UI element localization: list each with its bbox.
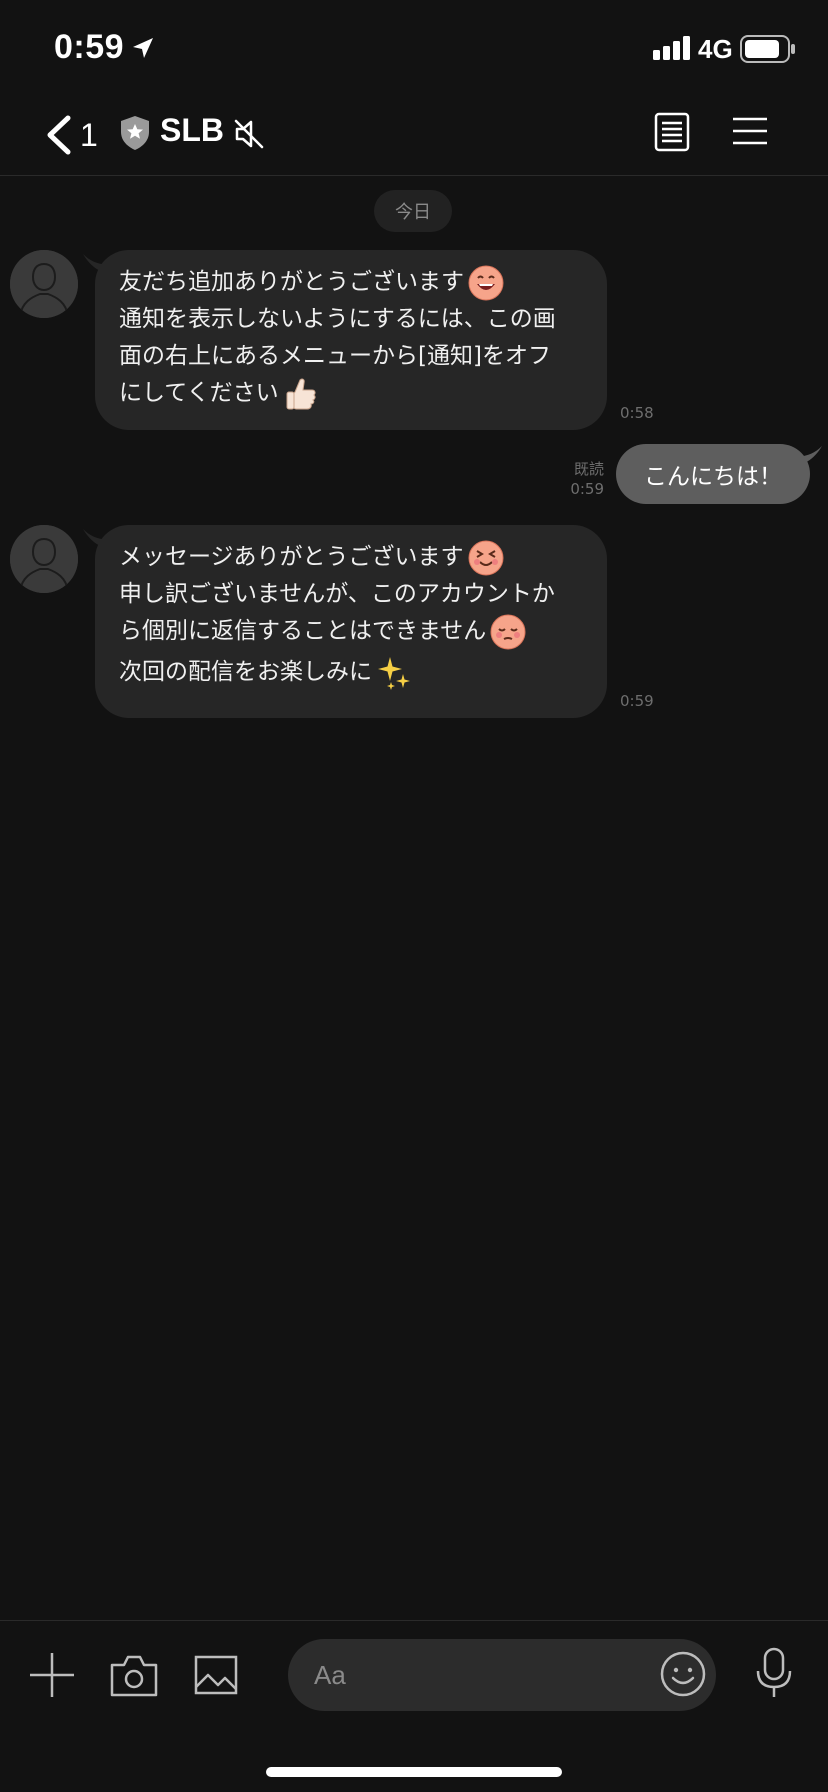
bubble-tail xyxy=(83,529,113,549)
image-icon[interactable] xyxy=(194,1655,238,1695)
shield-star-icon xyxy=(121,116,149,150)
message-text: 次回の配信をお楽しみに xyxy=(119,654,583,691)
message-text: 申し訳ございませんが、このアカウントか xyxy=(119,581,555,607)
plus-icon[interactable] xyxy=(30,1653,74,1697)
network-label: 4G xyxy=(698,34,733,64)
unread-count: 1 xyxy=(80,116,98,153)
smiley-icon[interactable] xyxy=(660,1651,706,1697)
message-time: 0:59 xyxy=(620,692,654,710)
bubble-tail xyxy=(83,254,113,274)
chat-title: SLB xyxy=(160,112,224,148)
message-time: 0:59 xyxy=(570,480,604,498)
message-text: ら個別に返信することはできません xyxy=(119,613,583,650)
incoming-message-bubble[interactable]: 友だち追加ありがとうございます 通知を表示しないようにするには、この画 面の右上… xyxy=(83,250,607,430)
signal-icon xyxy=(653,36,690,60)
grinning-face-emoji-icon xyxy=(468,265,504,300)
pensive-face-emoji-icon xyxy=(490,614,526,649)
message-text: こんにちは！ xyxy=(644,464,782,490)
avatar[interactable] xyxy=(10,250,78,318)
message-text: メッセージありがとうございます xyxy=(119,539,583,576)
location-arrow-icon xyxy=(133,38,153,58)
home-indicator xyxy=(266,1767,562,1777)
message-text: 面の右上にあるメニューから[通知]をオフ xyxy=(119,343,551,369)
message-text: 友だち追加ありがとうございます xyxy=(119,264,583,301)
status-bar: 0:59 4G xyxy=(0,0,828,96)
microphone-icon[interactable] xyxy=(754,1647,794,1699)
hamburger-menu-icon[interactable] xyxy=(732,116,768,146)
composer-bar xyxy=(0,1620,828,1792)
laughing-face-emoji-icon xyxy=(468,540,504,575)
message-time: 0:58 xyxy=(620,404,654,422)
back-button[interactable]: 1 xyxy=(44,110,104,160)
bubble-tail xyxy=(792,446,822,466)
notes-icon[interactable] xyxy=(654,112,690,152)
speaker-muted-icon xyxy=(234,119,264,149)
avatar[interactable] xyxy=(10,525,78,593)
read-receipt: 既読 xyxy=(573,460,604,478)
camera-icon[interactable] xyxy=(110,1653,158,1697)
outgoing-message-bubble[interactable]: こんにちは！ xyxy=(616,444,822,504)
message-text: 通知を表示しないようにするには、この画 xyxy=(119,306,556,332)
status-time: 0:59 xyxy=(54,28,125,66)
date-chip: 今日 xyxy=(374,190,452,232)
default-avatar-icon xyxy=(10,250,78,318)
battery-icon xyxy=(740,35,795,63)
sparkles-emoji-icon xyxy=(378,656,410,690)
thumbs-up-emoji-icon xyxy=(286,378,316,409)
chat-header: 1 SLB xyxy=(0,96,828,176)
message-text: にしてください xyxy=(119,375,583,412)
message-input[interactable] xyxy=(288,1639,716,1711)
default-avatar-icon xyxy=(10,525,78,593)
incoming-message-bubble[interactable]: メッセージありがとうございます 申し訳ございませんが、このアカウントか ら個別に… xyxy=(83,525,607,718)
chevron-left-icon xyxy=(47,115,71,155)
